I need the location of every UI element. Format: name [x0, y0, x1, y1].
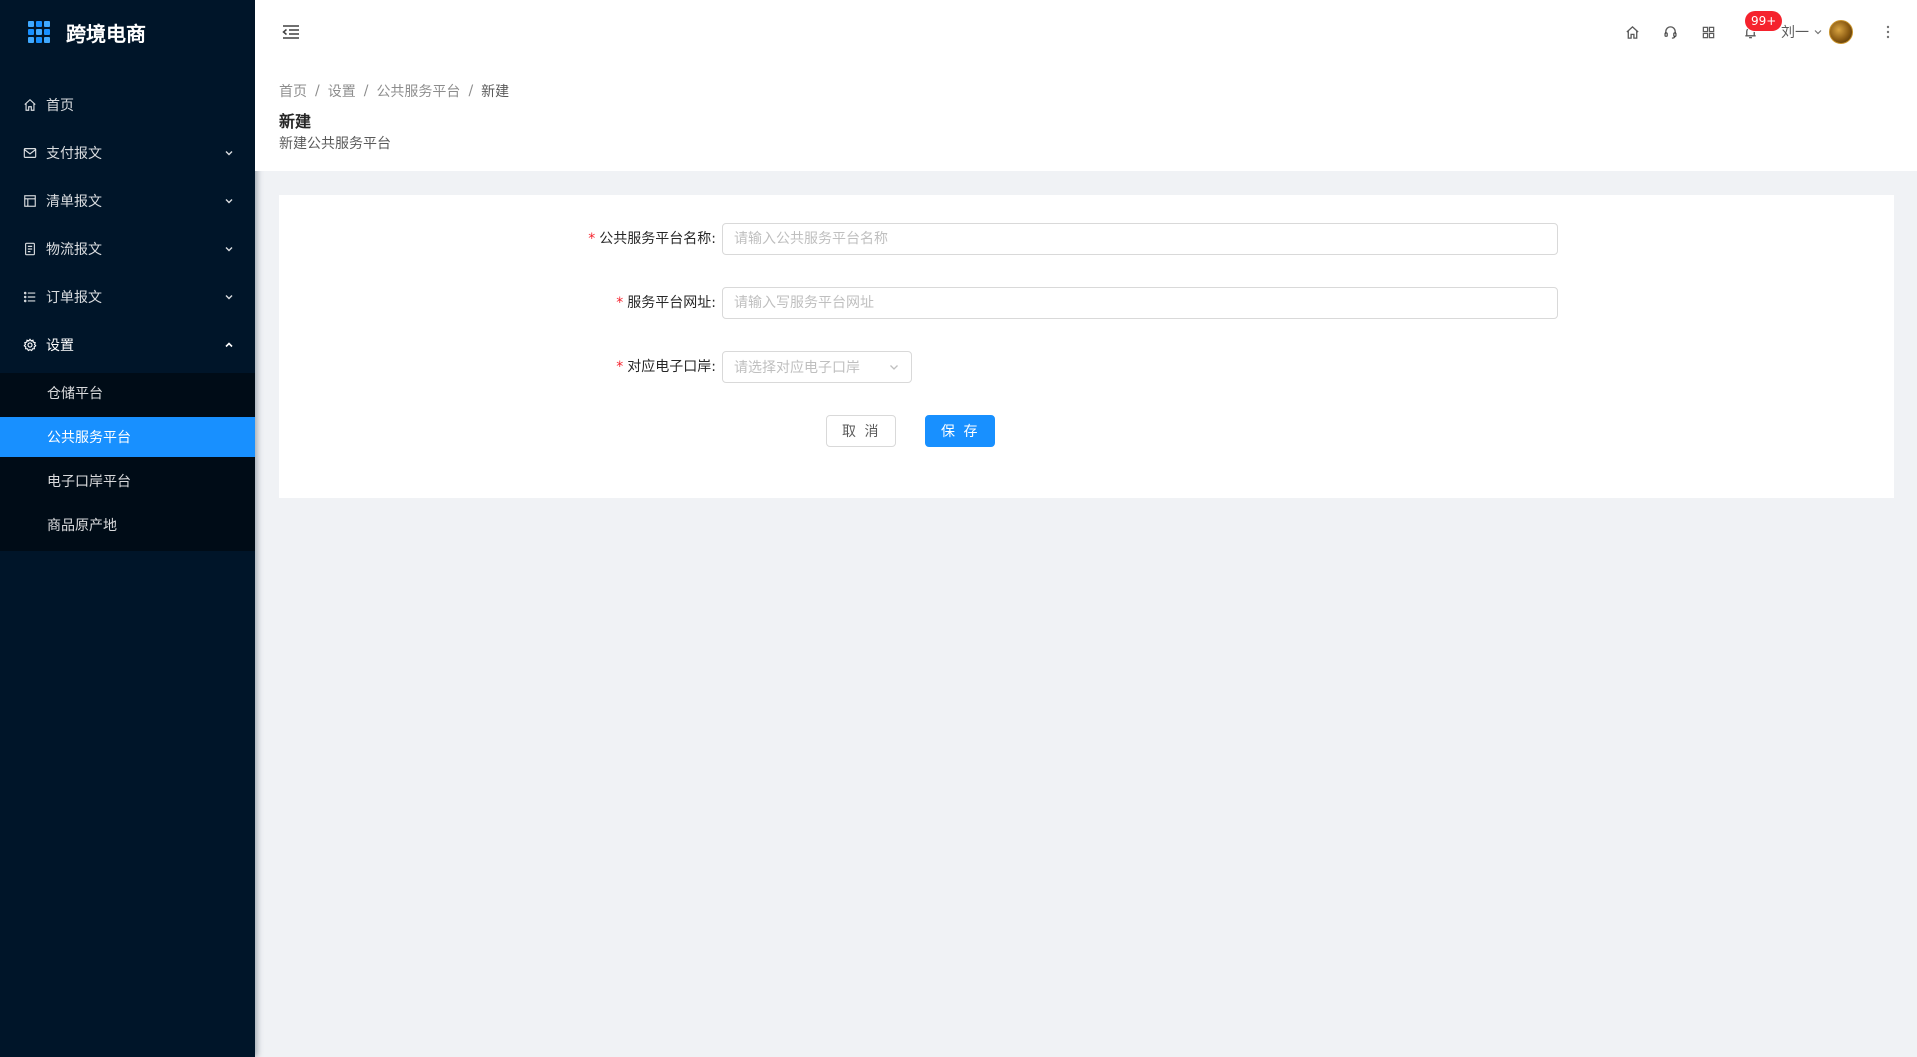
chevron-down-icon: [223, 291, 235, 303]
setting-icon: [22, 337, 38, 353]
form-row-platform-name: * 公共服务平台名称:: [279, 223, 1894, 255]
logo[interactable]: 跨境电商: [0, 0, 255, 64]
mail-icon: [22, 145, 38, 161]
settings-submenu: 仓储平台 公共服务平台 电子口岸平台 商品原产地: [0, 373, 255, 551]
sidebar-item-label: 首页: [46, 98, 74, 114]
sidebar-item-label: 支付报文: [46, 146, 102, 162]
sidebar-item-payment[interactable]: 支付报文: [0, 129, 255, 177]
breadcrumb-item-public-service-platform[interactable]: 公共服务平台: [376, 81, 460, 101]
page-header: 首页 / 设置 / 公共服务平台 / 新建 新建 新建公共服务平台: [255, 64, 1917, 171]
sidebar-item-logistics[interactable]: 物流报文: [0, 225, 255, 273]
sidebar-item-home[interactable]: 首页: [0, 81, 255, 129]
home-icon[interactable]: [1613, 0, 1651, 64]
breadcrumb: 首页 / 设置 / 公共服务平台 / 新建: [279, 80, 1893, 102]
breadcrumb-separator: /: [363, 83, 369, 99]
sidebar-item-label: 订单报文: [46, 290, 102, 306]
platform-url-label-text: 服务平台网址:: [627, 295, 716, 311]
header-actions: 99+ 刘一: [1613, 0, 1917, 64]
platform-name-label: * 公共服务平台名称:: [588, 223, 716, 255]
e-port-select[interactable]: 请选择对应电子口岸: [722, 351, 912, 383]
customer-service-icon[interactable]: [1651, 0, 1689, 64]
more-icon[interactable]: [1873, 0, 1903, 64]
sidebar-item-inventory[interactable]: 清单报文: [0, 177, 255, 225]
menu-fold-icon[interactable]: [279, 20, 303, 44]
save-button[interactable]: 保 存: [925, 415, 996, 447]
chevron-up-icon: [223, 339, 235, 351]
sidebar-item-origin[interactable]: 商品原产地: [0, 505, 255, 545]
sidebar-item-label: 设置: [46, 338, 74, 354]
apps-logo-icon: [28, 21, 50, 43]
layout-icon: [22, 193, 38, 209]
cancel-button[interactable]: 取 消: [826, 415, 897, 447]
user-menu[interactable]: 刘一: [1773, 0, 1861, 64]
top-header: 99+ 刘一: [255, 0, 1917, 64]
sidebar-item-warehouse-platform[interactable]: 仓储平台: [0, 373, 255, 413]
platform-name-input[interactable]: [722, 223, 1558, 255]
page-title: 新建: [279, 112, 312, 131]
e-port-label: * 对应电子口岸:: [616, 351, 716, 383]
file-icon: [22, 241, 38, 257]
page-description: 新建公共服务平台: [279, 136, 391, 152]
app-title: 跨境电商: [66, 21, 146, 46]
form-card: *公共服务平台名称: *服务平台网址: *对应电子口岸: 请选择对应电子口岸 取…: [279, 195, 1894, 498]
notification-button[interactable]: 99+: [1727, 0, 1783, 64]
breadcrumb-item-settings[interactable]: 设置: [328, 81, 356, 101]
platform-name-label-text: 公共服务平台名称:: [599, 231, 716, 247]
sidebar-item-label: 清单报文: [46, 194, 102, 210]
required-mark: *: [616, 295, 624, 311]
chevron-down-icon: [223, 147, 235, 159]
chevron-down-icon: [223, 243, 235, 255]
form-row-platform-url: * 服务平台网址:: [279, 287, 1894, 319]
required-mark: *: [588, 231, 596, 247]
breadcrumb-item-home[interactable]: 首页: [279, 81, 307, 101]
platform-url-input[interactable]: [722, 287, 1558, 319]
list-icon: [22, 289, 38, 305]
chevron-down-icon: [223, 195, 235, 207]
sidebar-item-orders[interactable]: 订单报文: [0, 273, 255, 321]
home-icon: [22, 97, 38, 113]
form-row-e-port: * 对应电子口岸: 请选择对应电子口岸: [279, 351, 1894, 383]
notification-badge: 99+: [1745, 11, 1783, 31]
apps-icon[interactable]: [1689, 0, 1727, 64]
sidebar-item-label: 物流报文: [46, 242, 102, 258]
user-name: 刘一: [1781, 25, 1809, 41]
e-port-select-placeholder: 请选择对应电子口岸: [734, 360, 860, 376]
required-mark: *: [616, 359, 624, 375]
sidebar-item-settings[interactable]: 设置: [0, 321, 255, 369]
sidebar-item-public-service-platform[interactable]: 公共服务平台: [0, 417, 255, 457]
chevron-down-icon: [1814, 30, 1822, 35]
sidebar-item-e-port-platform[interactable]: 电子口岸平台: [0, 461, 255, 501]
breadcrumb-separator: /: [468, 83, 474, 99]
e-port-label-text: 对应电子口岸:: [627, 359, 716, 375]
sidebar: 跨境电商 首页 支付报文 清单报文 物流报文 订单报文 设置 仓储平台 公共服务…: [0, 0, 255, 1057]
sidebar-menu: 首页 支付报文 清单报文 物流报文 订单报文 设置 仓储平台 公共服务平台 电子…: [0, 81, 255, 551]
chevron-down-icon: [888, 361, 900, 373]
avatar: [1829, 20, 1853, 44]
platform-url-label: * 服务平台网址:: [616, 287, 716, 319]
breadcrumb-separator: /: [315, 83, 320, 99]
breadcrumb-item-new: 新建: [481, 84, 510, 100]
